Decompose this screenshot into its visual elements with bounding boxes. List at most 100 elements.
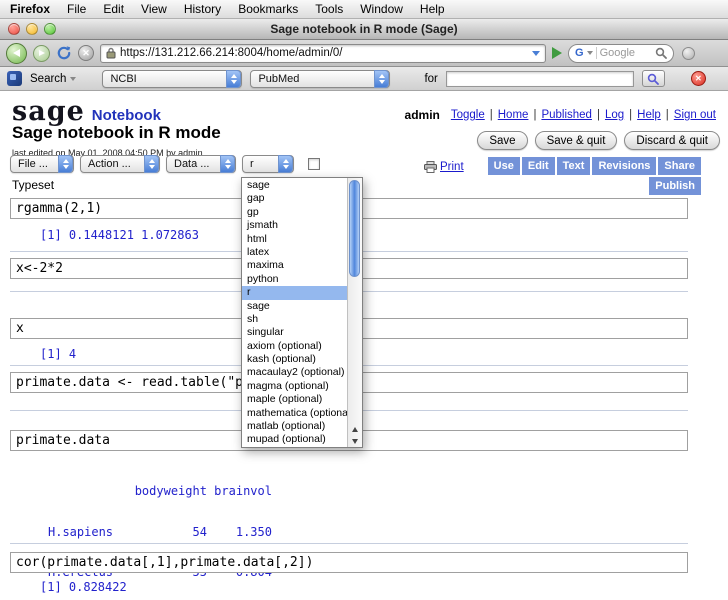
toolbar-search-button[interactable] <box>642 70 665 87</box>
toolbar-query-input[interactable] <box>447 72 633 86</box>
go-button[interactable] <box>552 47 562 59</box>
system-option[interactable]: kash (optional) <box>242 353 347 366</box>
stepper-icon <box>144 155 159 173</box>
system-option[interactable]: jsmath <box>242 219 347 232</box>
save-button[interactable]: Save <box>477 131 527 150</box>
system-option[interactable]: mathematica (optional) <box>242 407 347 420</box>
link-sign-out[interactable]: Sign out <box>674 109 716 121</box>
table-row: H.sapiens 54 1.350 <box>48 526 272 540</box>
scroll-down-icon <box>352 439 358 444</box>
cell-divider[interactable] <box>10 543 688 544</box>
for-label: for <box>424 73 437 85</box>
discard-quit-button[interactable]: Discard & quit <box>624 131 720 150</box>
stepper-icon <box>278 155 293 173</box>
tab-publish[interactable]: Publish <box>649 177 701 195</box>
menu-bookmarks[interactable]: Bookmarks <box>238 2 298 16</box>
scrollbar-thumb[interactable] <box>349 180 360 277</box>
cell-input[interactable]: cor(primate.data[,1],primate.data[,2]) <box>10 552 688 573</box>
system-option[interactable]: maple (optional) <box>242 393 347 406</box>
lock-icon <box>106 47 116 59</box>
database-select-1[interactable]: NCBI <box>102 70 242 88</box>
scroll-down-button[interactable] <box>348 435 362 447</box>
stepper-icon <box>226 70 241 88</box>
stop-button[interactable] <box>78 45 94 61</box>
data-menu-select[interactable]: Data ... <box>166 155 236 173</box>
forward-button[interactable] <box>33 45 50 62</box>
menu-file[interactable]: File <box>67 2 86 16</box>
tab-text[interactable]: Text <box>557 157 591 175</box>
menu-window[interactable]: Window <box>360 2 403 16</box>
throbber-icon <box>682 47 695 60</box>
scroll-up-button[interactable] <box>348 423 362 435</box>
printer-icon <box>424 161 437 173</box>
print-link[interactable]: Print <box>424 161 464 173</box>
address-bar[interactable] <box>100 44 546 63</box>
search-engine-icon[interactable]: G <box>575 47 584 59</box>
system-select[interactable]: r <box>242 155 294 173</box>
tab-edit[interactable]: Edit <box>522 157 555 175</box>
typeset-label[interactable]: Typeset <box>12 178 54 192</box>
worksheet-menus: File ... Action ... Data ... r <box>10 155 320 173</box>
system-option[interactable]: python <box>242 273 347 286</box>
toolbar-logo-icon <box>7 71 22 86</box>
dropdown-scrollbar[interactable] <box>347 178 362 447</box>
magnifier-icon <box>647 73 659 85</box>
system-option[interactable]: macaulay2 (optional) <box>242 366 347 379</box>
address-dropdown-icon[interactable] <box>532 51 540 56</box>
system-option[interactable]: matlab (optional) <box>242 420 347 433</box>
system-option[interactable]: magma (optional) <box>242 380 347 393</box>
tab-share[interactable]: Share <box>658 157 701 175</box>
system-option[interactable]: sage <box>242 179 347 192</box>
menu-history[interactable]: History <box>184 2 221 16</box>
system-option[interactable]: gp <box>242 206 347 219</box>
link-help[interactable]: Help <box>637 109 661 121</box>
system-option[interactable]: sage <box>242 300 347 313</box>
system-option[interactable]: sh <box>242 313 347 326</box>
system-option-selected[interactable]: r <box>242 286 347 299</box>
menu-view[interactable]: View <box>141 2 167 16</box>
menu-firefox[interactable]: Firefox <box>10 2 50 16</box>
search-extension-toolbar: Search NCBI PubMed for <box>0 67 728 91</box>
data-menu-value: Data ... <box>174 158 209 170</box>
system-option[interactable]: latex <box>242 246 347 259</box>
link-home[interactable]: Home <box>498 109 529 121</box>
system-option[interactable]: mupad (optional) <box>242 433 347 446</box>
zoom-button[interactable] <box>44 23 56 35</box>
search-menu[interactable]: Search <box>30 73 76 85</box>
system-option[interactable]: axiom (optional) <box>242 340 347 353</box>
engine-dropdown-icon[interactable] <box>587 51 593 55</box>
file-menu-select[interactable]: File ... <box>10 155 74 173</box>
link-log[interactable]: Log <box>605 109 624 121</box>
toolbar-close-button[interactable] <box>691 71 706 86</box>
search-icon[interactable] <box>655 47 667 59</box>
link-published[interactable]: Published <box>541 109 592 121</box>
forward-arrow-icon <box>39 50 45 56</box>
save-quit-button[interactable]: Save & quit <box>535 131 618 150</box>
action-menu-select[interactable]: Action ... <box>80 155 160 173</box>
tab-revisions[interactable]: Revisions <box>592 157 656 175</box>
system-select-value: r <box>250 158 254 170</box>
table-row: bodyweight brainvol <box>48 485 272 499</box>
toolbar-query-field[interactable] <box>446 71 634 87</box>
menu-edit[interactable]: Edit <box>103 2 124 16</box>
toolbar-checkbox[interactable] <box>308 158 320 170</box>
database-select-2[interactable]: PubMed <box>250 70 390 88</box>
menu-tools[interactable]: Tools <box>315 2 343 16</box>
tab-use[interactable]: Use <box>488 157 520 175</box>
system-option[interactable]: singular <box>242 326 347 339</box>
worksheet-tabs: Use Edit Text Revisions Share Publish <box>461 157 701 195</box>
system-option[interactable]: gap <box>242 192 347 205</box>
url-input[interactable] <box>120 47 528 59</box>
close-button[interactable] <box>8 23 20 35</box>
link-separator: | <box>597 109 600 121</box>
minimize-button[interactable] <box>26 23 38 35</box>
web-search-box[interactable]: G Google <box>568 44 674 63</box>
back-button[interactable] <box>6 43 27 64</box>
system-option[interactable]: maxima <box>242 259 347 272</box>
link-toggle[interactable]: Toggle <box>451 109 485 121</box>
system-option[interactable]: html <box>242 233 347 246</box>
menu-bar: Firefox File Edit View History Bookmarks… <box>0 0 728 19</box>
account-links: admin Toggle | Home | Published | Log | … <box>405 108 716 122</box>
menu-help[interactable]: Help <box>420 2 445 16</box>
reload-button[interactable] <box>56 45 72 61</box>
